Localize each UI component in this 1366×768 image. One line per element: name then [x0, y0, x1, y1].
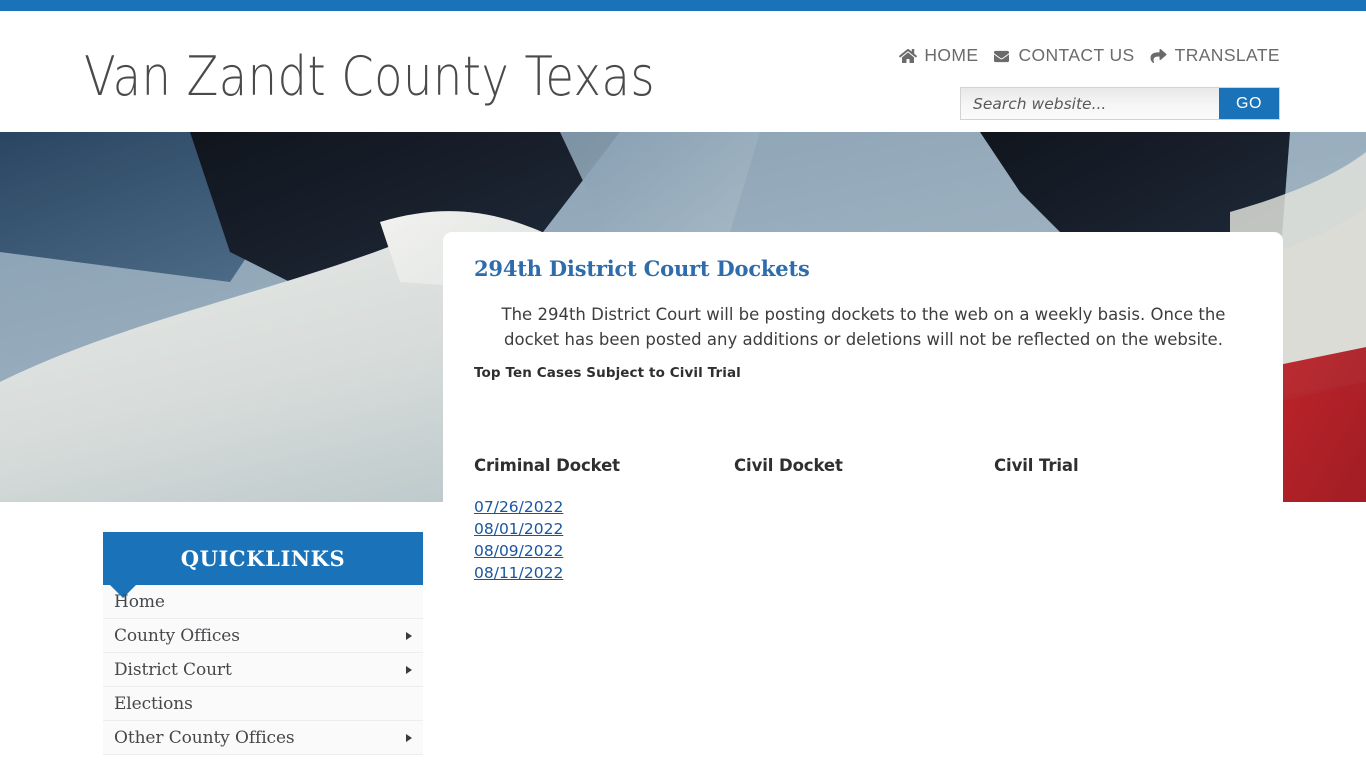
criminal-docket-link-list: 07/26/2022 08/01/2022 08/09/2022 08/11/2…	[474, 496, 734, 584]
sidebar-item-district-court[interactable]: District Court	[103, 653, 423, 687]
sidebar-item-other-county-offices[interactable]: Other County Offices	[103, 721, 423, 755]
sidebar-item-label: Home	[114, 591, 165, 612]
utility-nav: HOME CONTACT US TRANSLATE	[899, 44, 1280, 68]
sidebar-item-elections[interactable]: Elections	[103, 687, 423, 721]
nav-link-contact-us-label: CONTACT US	[1018, 45, 1135, 66]
subheading-top-ten-cases: Top Ten Cases Subject to Civil Trial	[474, 365, 741, 381]
home-icon	[899, 48, 918, 64]
docket-link[interactable]: 08/01/2022	[474, 518, 563, 540]
site-title: Van Zandt County Texas	[84, 45, 655, 108]
sidebar-item-county-offices[interactable]: County Offices	[103, 619, 423, 653]
quicklinks-list: Home County Offices District Court Elect…	[103, 585, 423, 755]
intro-paragraph: The 294th District Court will be posting…	[501, 305, 1226, 349]
chevron-right-icon	[406, 733, 412, 742]
search-go-button[interactable]: GO	[1219, 88, 1279, 119]
chevron-right-icon	[406, 631, 412, 640]
chevron-right-icon	[406, 665, 412, 674]
sidebar-item-home[interactable]: Home	[103, 585, 423, 619]
docket-column-civil: Civil Docket	[734, 456, 994, 584]
nav-link-contact-us[interactable]: CONTACT US	[992, 47, 1134, 65]
docket-columns: Criminal Docket 07/26/2022 08/01/2022 08…	[474, 456, 1254, 584]
page-title: 294th District Court Dockets	[474, 256, 810, 281]
docket-column-criminal: Criminal Docket 07/26/2022 08/01/2022 08…	[474, 456, 734, 584]
quicklinks-panel: QUICKLINKS Home County Offices District …	[103, 532, 423, 755]
sidebar-item-label: Elections	[114, 693, 193, 714]
column-heading-criminal-docket: Criminal Docket	[474, 456, 620, 475]
search-input[interactable]	[961, 88, 1219, 119]
site-search[interactable]: GO	[960, 87, 1280, 120]
column-heading-civil-trial: Civil Trial	[994, 456, 1079, 475]
docket-column-civil-trial: Civil Trial	[994, 456, 1254, 584]
quicklinks-title: QUICKLINKS	[180, 546, 346, 571]
column-heading-civil-docket: Civil Docket	[734, 456, 843, 475]
site-header: Van Zandt County Texas HOME CONTACT US T…	[0, 11, 1366, 132]
docket-link[interactable]: 07/26/2022	[474, 496, 563, 518]
docket-link[interactable]: 08/11/2022	[474, 562, 563, 584]
nav-link-home-label: HOME	[924, 45, 979, 66]
share-arrow-icon	[1149, 48, 1168, 64]
nav-link-translate[interactable]: TRANSLATE	[1149, 47, 1280, 65]
sidebar-item-label: District Court	[114, 659, 232, 680]
docket-link[interactable]: 08/09/2022	[474, 540, 563, 562]
sidebar-item-label: County Offices	[114, 625, 240, 646]
top-accent-bar	[0, 0, 1366, 11]
sidebar-item-label: Other County Offices	[114, 727, 295, 748]
envelope-icon	[992, 49, 1011, 64]
content-card: 294th District Court Dockets The 294th D…	[443, 232, 1283, 768]
nav-link-home[interactable]: HOME	[899, 47, 978, 65]
nav-link-translate-label: TRANSLATE	[1174, 45, 1280, 66]
quicklinks-header: QUICKLINKS	[103, 532, 423, 598]
